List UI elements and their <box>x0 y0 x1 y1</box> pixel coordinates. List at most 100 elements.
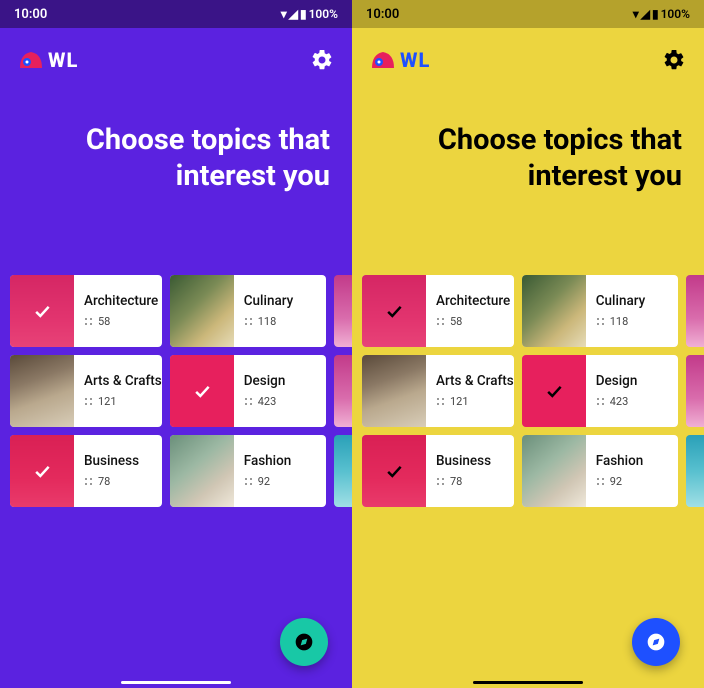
topic-card-partial[interactable] <box>334 435 352 507</box>
topic-grid: Architecture 58 Culinary 118 Arts & Craf… <box>0 275 352 507</box>
heading-line-2: interest you <box>528 159 682 193</box>
explore-fab[interactable] <box>632 618 680 666</box>
topic-thumb <box>362 435 426 507</box>
topic-title: Arts & Crafts <box>436 373 504 389</box>
app-logo-text: WL <box>400 48 430 72</box>
topic-row: Business 78 Fashion 92 <box>362 435 704 507</box>
signal-icon: ◢ <box>641 7 650 21</box>
check-icon <box>10 435 74 507</box>
page-heading: Choose topics that interest you <box>352 92 704 275</box>
screen-yellow: 10:00 ▾ ◢ ▮ 100% WL Choose topics that i… <box>352 0 704 688</box>
topic-body: Culinary 118 <box>234 275 327 347</box>
topic-thumb <box>10 355 74 427</box>
topic-body: Arts & Crafts 121 <box>426 355 514 427</box>
check-icon <box>522 355 586 427</box>
topic-count: 423 <box>596 395 669 408</box>
topic-card-architecture[interactable]: Architecture 58 <box>10 275 162 347</box>
nav-handle[interactable] <box>121 681 231 684</box>
topic-body: Fashion 92 <box>234 435 327 507</box>
topic-row: Architecture 58 Culinary 118 <box>10 275 352 347</box>
battery-text: 100% <box>309 7 338 21</box>
topic-thumb <box>10 275 74 347</box>
owl-icon <box>18 50 44 70</box>
settings-button[interactable] <box>662 48 686 72</box>
topic-grid: Architecture 58 Culinary 118 Arts & Craf… <box>352 275 704 507</box>
topic-thumb <box>170 435 234 507</box>
app-bar: WL <box>0 28 352 92</box>
settings-button[interactable] <box>310 48 334 72</box>
topic-card-fashion[interactable]: Fashion 92 <box>170 435 327 507</box>
topic-count: 423 <box>244 395 317 408</box>
status-bar: 10:00 ▾ ◢ ▮ 100% <box>0 0 352 28</box>
topic-count: 78 <box>84 475 152 488</box>
check-icon <box>362 275 426 347</box>
topic-row: Arts & Crafts 121 Design 423 <box>10 355 352 427</box>
heading-line-1: Choose topics that <box>86 123 330 157</box>
topic-title: Fashion <box>244 453 317 469</box>
explore-fab[interactable] <box>280 618 328 666</box>
wifi-icon: ▾ <box>281 7 287 21</box>
topic-body: Architecture 58 <box>74 275 162 347</box>
check-icon <box>362 435 426 507</box>
topic-thumb <box>170 355 234 427</box>
topic-card-partial[interactable] <box>334 355 352 427</box>
topic-row: Arts & Crafts 121 Design 423 <box>362 355 704 427</box>
wifi-icon: ▾ <box>633 7 639 21</box>
topic-card-arts-crafts[interactable]: Arts & Crafts 121 <box>10 355 162 427</box>
topic-body: Culinary 118 <box>586 275 679 347</box>
topic-card-design[interactable]: Design 423 <box>522 355 679 427</box>
topic-card-partial[interactable] <box>686 355 704 427</box>
topic-card-culinary[interactable]: Culinary 118 <box>170 275 327 347</box>
battery-icon: ▮ <box>300 7 307 21</box>
topic-title: Arts & Crafts <box>84 373 152 389</box>
compass-icon <box>294 632 314 652</box>
topic-thumb <box>522 355 586 427</box>
topic-body: Fashion 92 <box>586 435 679 507</box>
topic-title: Architecture <box>436 293 504 309</box>
topic-count: 58 <box>84 315 152 328</box>
topic-thumb <box>362 355 426 427</box>
topic-body: Architecture 58 <box>426 275 514 347</box>
page-heading: Choose topics that interest you <box>0 92 352 275</box>
topic-title: Culinary <box>244 293 317 309</box>
topic-title: Business <box>84 453 152 469</box>
topic-count: 118 <box>596 315 669 328</box>
topic-body: Business 78 <box>426 435 514 507</box>
app-logo: WL <box>370 48 430 72</box>
topic-count: 92 <box>596 475 669 488</box>
gear-icon <box>662 48 686 72</box>
topic-thumb <box>170 275 234 347</box>
app-logo: WL <box>18 48 78 72</box>
gear-icon <box>310 48 334 72</box>
topic-count: 118 <box>244 315 317 328</box>
topic-thumb <box>522 435 586 507</box>
topic-thumb <box>522 275 586 347</box>
topic-body: Design 423 <box>586 355 679 427</box>
topic-count: 58 <box>436 315 504 328</box>
topic-thumb <box>10 435 74 507</box>
topic-row: Architecture 58 Culinary 118 <box>362 275 704 347</box>
topic-card-partial[interactable] <box>686 435 704 507</box>
topic-title: Fashion <box>596 453 669 469</box>
battery-icon: ▮ <box>652 7 659 21</box>
status-icons: ▾ ◢ ▮ 100% <box>281 7 338 21</box>
screen-purple: 10:00 ▾ ◢ ▮ 100% WL Choose topics that i… <box>0 0 352 688</box>
topic-body: Arts & Crafts 121 <box>74 355 162 427</box>
topic-card-design[interactable]: Design 423 <box>170 355 327 427</box>
topic-card-culinary[interactable]: Culinary 118 <box>522 275 679 347</box>
topic-card-partial[interactable] <box>334 275 352 347</box>
topic-card-business[interactable]: Business 78 <box>10 435 162 507</box>
topic-card-architecture[interactable]: Architecture 58 <box>362 275 514 347</box>
nav-handle[interactable] <box>473 681 583 684</box>
topic-title: Design <box>596 373 669 389</box>
topic-count: 121 <box>84 395 152 408</box>
battery-text: 100% <box>661 7 690 21</box>
topic-card-fashion[interactable]: Fashion 92 <box>522 435 679 507</box>
topic-title: Architecture <box>84 293 152 309</box>
topic-card-arts-crafts[interactable]: Arts & Crafts 121 <box>362 355 514 427</box>
check-icon <box>10 275 74 347</box>
topic-card-partial[interactable] <box>686 275 704 347</box>
topic-card-business[interactable]: Business 78 <box>362 435 514 507</box>
topic-count: 121 <box>436 395 504 408</box>
status-icons: ▾ ◢ ▮ 100% <box>633 7 690 21</box>
